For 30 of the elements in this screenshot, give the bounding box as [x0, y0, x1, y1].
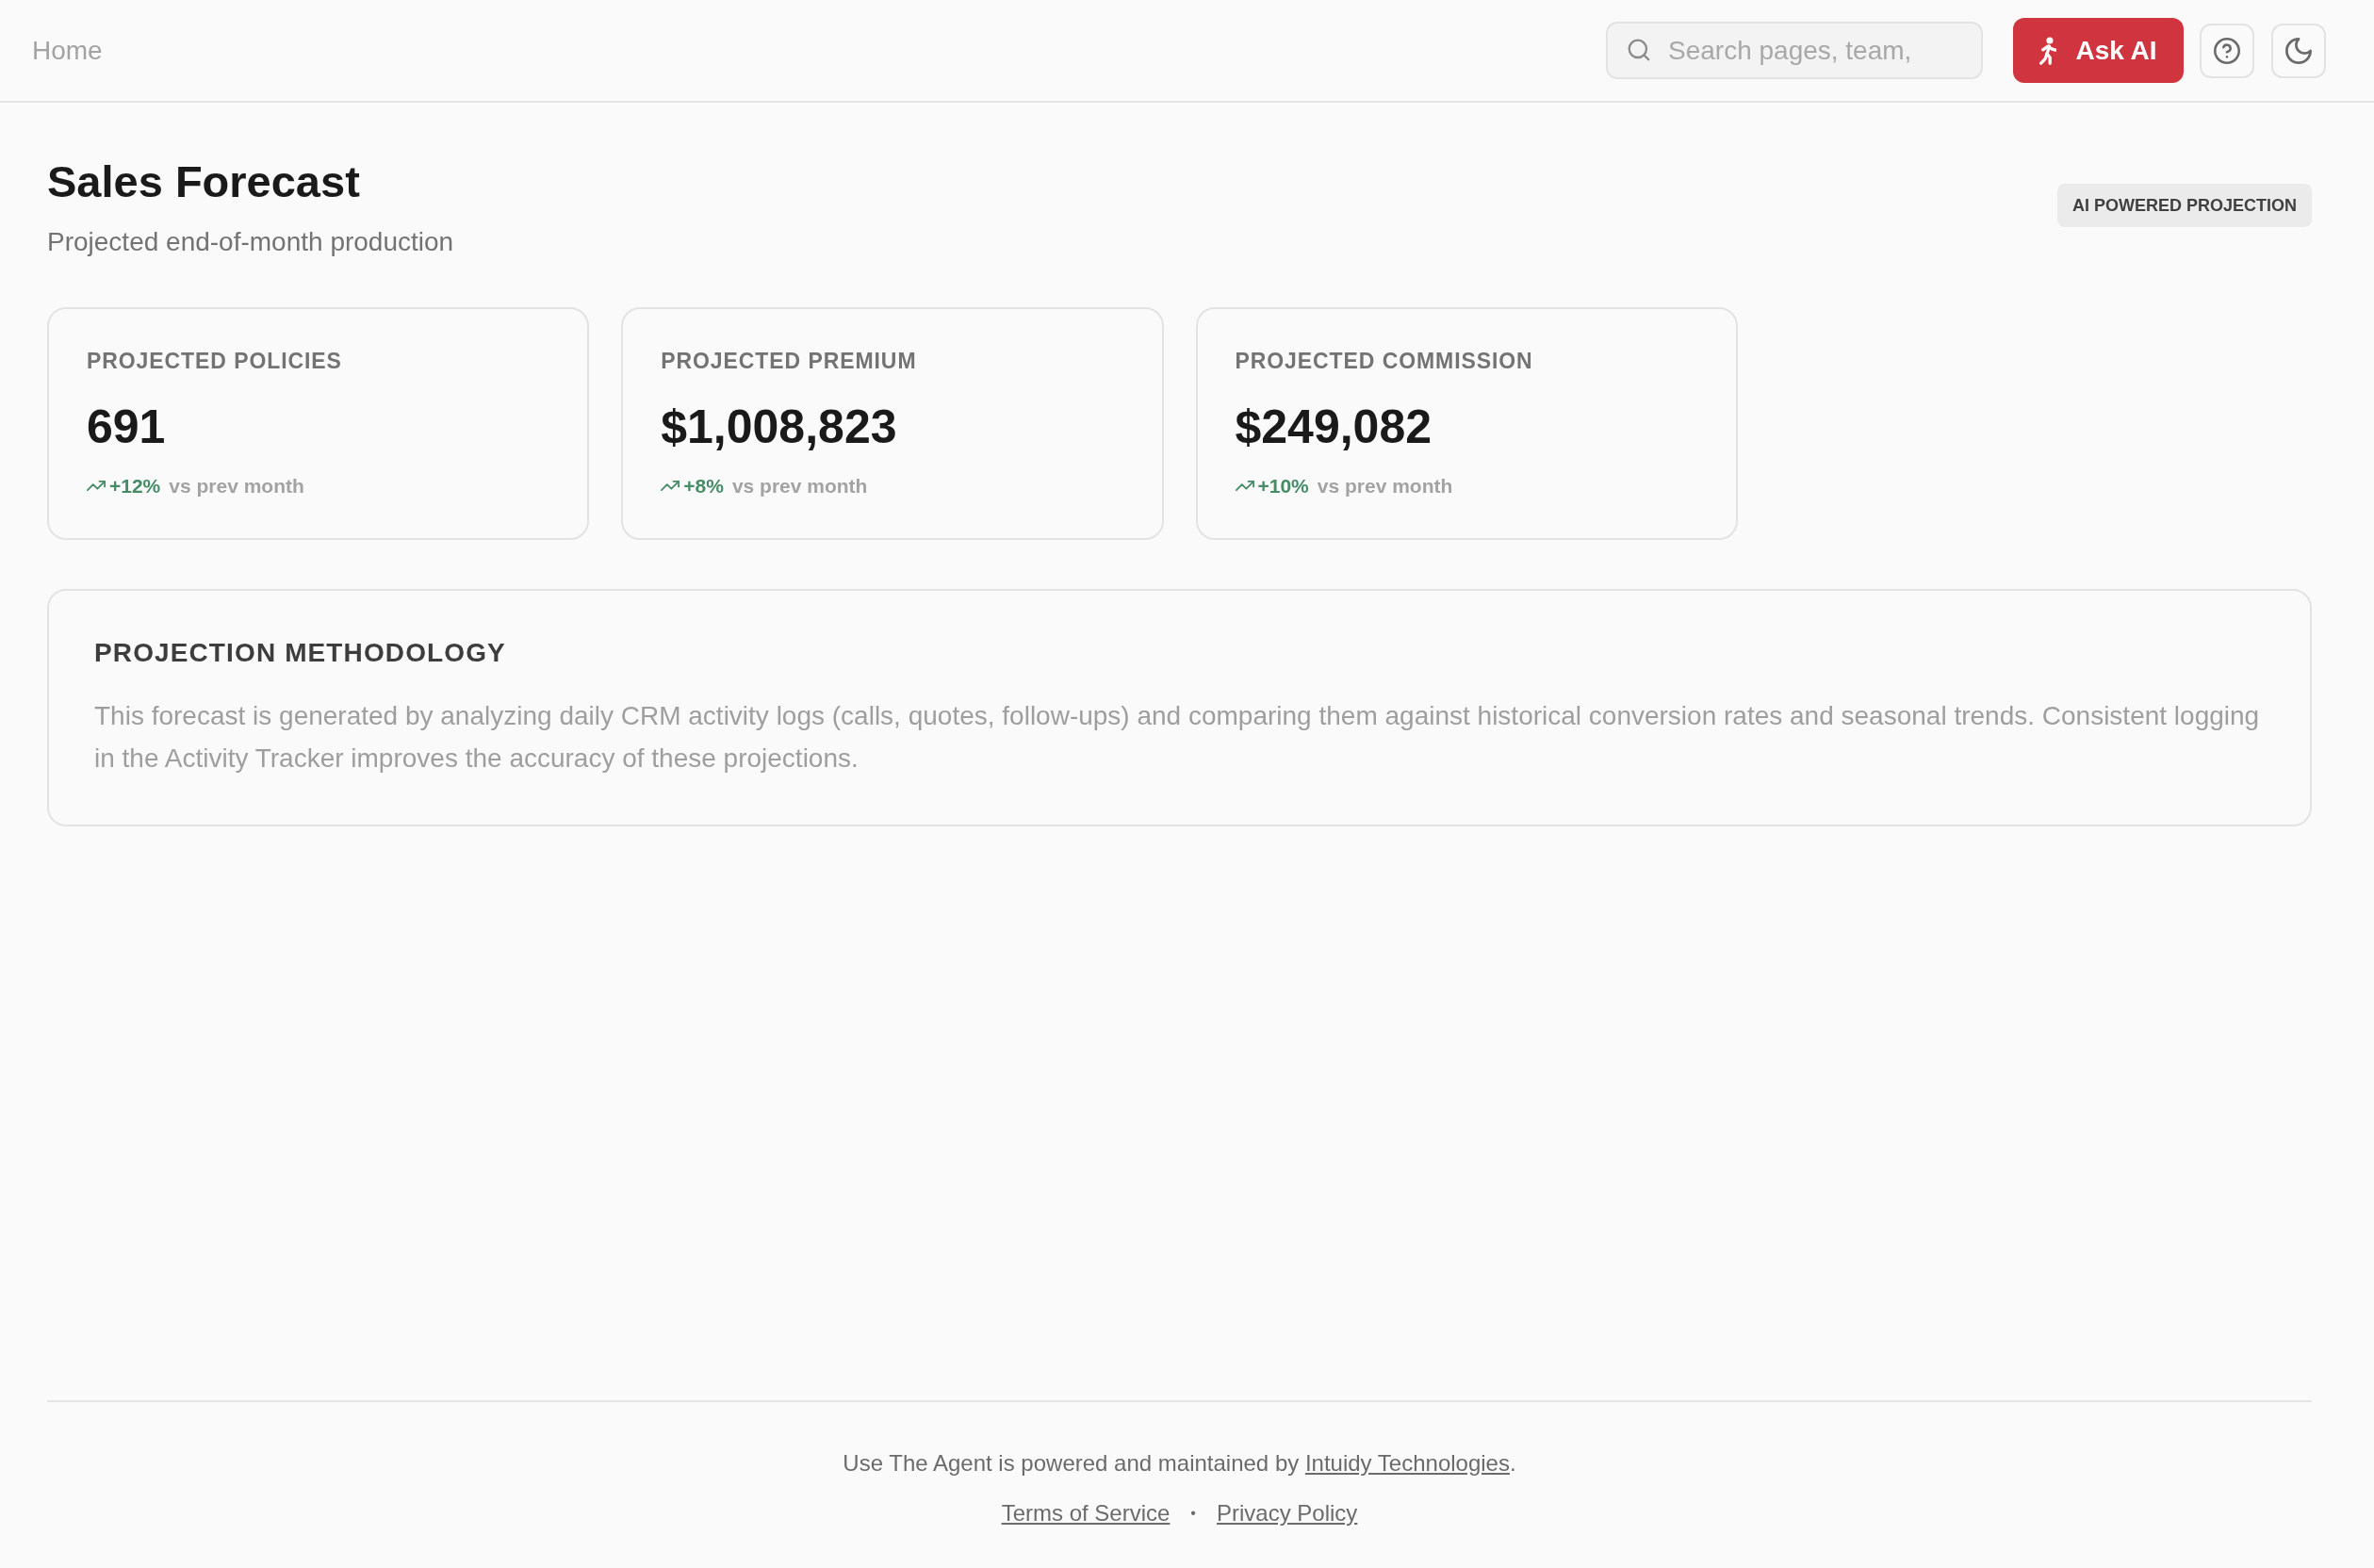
walking-person-icon	[2039, 36, 2057, 65]
help-button[interactable]	[2200, 23, 2254, 78]
metric-value: $1,008,823	[661, 400, 898, 456]
ask-ai-button[interactable]: Ask AI	[2013, 18, 2184, 83]
moon-icon	[2285, 37, 2312, 64]
link-separator: •	[1190, 1504, 1196, 1523]
search-icon	[1628, 39, 1650, 61]
theme-toggle-button[interactable]	[2271, 23, 2326, 78]
change-percent: +12%	[109, 474, 161, 498]
footer-credit: Use The Agent is powered and maintained by Intuidy Technologies.	[842, 1449, 1517, 1478]
help-icon	[2214, 37, 2240, 64]
metric-value: $249,082	[1235, 400, 1433, 456]
projection-tag: AI POWERED PROJECTION	[2056, 184, 2312, 227]
company-link[interactable]: Intuidy Technologies	[1304, 1450, 1510, 1476]
metric-label: PROJECTED POLICIES	[87, 348, 343, 375]
page-subtitle: Projected end-of-month production	[47, 226, 454, 259]
page-title: Sales Forecast	[47, 155, 361, 208]
search-field[interactable]: Search pages, team,	[1606, 22, 1983, 79]
change-percent: +8%	[683, 474, 724, 498]
comparison-text: vs prev month	[169, 474, 304, 498]
footer-link[interactable]: Terms of Service	[1001, 1496, 1171, 1530]
comparison-text: vs prev month	[731, 474, 868, 498]
change-percent: +10%	[1257, 474, 1309, 498]
metric-label: PROJECTED PREMIUM	[661, 348, 918, 375]
metric-value: 691	[87, 400, 167, 456]
comparison-text: vs prev month	[1317, 474, 1453, 498]
metric-label: PROJECTED COMMISSION	[1235, 348, 1534, 375]
section-title: PROJECTION METHODOLOGY	[94, 637, 507, 669]
methodology-text: This forecast is generated by analyzing daily CRM activity logs (calls, quotes, follow-ups) and comparing them against historical conversion rates and seasonal trends. Consistent logging in the Activity Tracker improves the accuracy of these projections.	[94, 699, 2261, 775]
footer-link[interactable]: Privacy Policy	[1216, 1496, 1358, 1530]
